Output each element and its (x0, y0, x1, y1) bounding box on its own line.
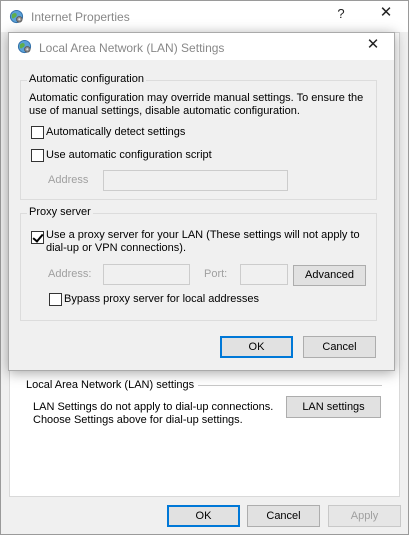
use-script-label[interactable]: Use automatic configuration script (46, 149, 212, 161)
use-proxy-label-line2[interactable]: dial-up or VPN connections). (46, 242, 186, 254)
bypass-local-checkbox[interactable] (49, 293, 62, 306)
dialog-close-button[interactable]: ✕ (363, 35, 383, 55)
auto-detect-checkbox[interactable] (31, 126, 44, 139)
lan-settings-button[interactable]: LAN settings (286, 396, 381, 418)
lan-note-line1: LAN Settings do not apply to dial-up con… (33, 401, 274, 413)
auto-config-description-line2: use of manual settings, disable automati… (29, 105, 300, 117)
proxy-address-label: Address: (48, 268, 92, 280)
parent-apply-button[interactable]: Apply (328, 505, 401, 527)
bypass-local-label[interactable]: Bypass proxy server for local addresses (64, 293, 259, 305)
proxy-server-group-label: Proxy server (27, 206, 93, 218)
auto-detect-label[interactable]: Automatically detect settings (46, 126, 185, 138)
lan-section-title: Local Area Network (LAN) settings (26, 379, 201, 391)
proxy-port-label: Port: (204, 268, 228, 280)
dialog-title: Local Area Network (LAN) Settings (39, 41, 225, 55)
section-divider (198, 385, 382, 386)
dialog-ok-button[interactable]: OK (220, 336, 293, 358)
auto-config-group-label: Automatic configuration (27, 73, 146, 85)
help-button[interactable]: ? (332, 5, 350, 23)
lan-settings-dialog: Local Area Network (LAN) Settings ✕ Auto… (8, 32, 395, 371)
script-address-input[interactable] (103, 170, 288, 191)
help-icon: ? (337, 6, 345, 21)
internet-globe-icon (9, 9, 24, 24)
proxy-port-input[interactable] (240, 264, 288, 285)
internet-globe-icon (17, 39, 32, 54)
parent-window-title: Internet Properties (31, 10, 130, 24)
lan-note-line2: Choose Settings above for dial-up settin… (33, 414, 243, 426)
parent-ok-button[interactable]: OK (167, 505, 240, 527)
parent-cancel-button[interactable]: Cancel (247, 505, 320, 527)
script-address-label: Address (48, 174, 89, 186)
dialog-cancel-button[interactable]: Cancel (303, 336, 376, 358)
advanced-button[interactable]: Advanced (293, 265, 366, 286)
auto-config-description-line1: Automatic configuration may override man… (29, 92, 364, 104)
close-icon: ✕ (366, 36, 380, 53)
use-proxy-checkbox[interactable] (31, 231, 44, 244)
use-script-checkbox[interactable] (31, 149, 44, 162)
dialog-titlebar: Local Area Network (LAN) Settings ✕ (9, 33, 394, 60)
parent-close-button[interactable]: ✕ (377, 4, 395, 22)
proxy-address-input[interactable] (103, 264, 190, 285)
close-icon: ✕ (379, 4, 393, 21)
parent-titlebar: Internet Properties ? ✕ (1, 1, 408, 32)
use-proxy-label-line1[interactable]: Use a proxy server for your LAN (These s… (46, 229, 360, 241)
